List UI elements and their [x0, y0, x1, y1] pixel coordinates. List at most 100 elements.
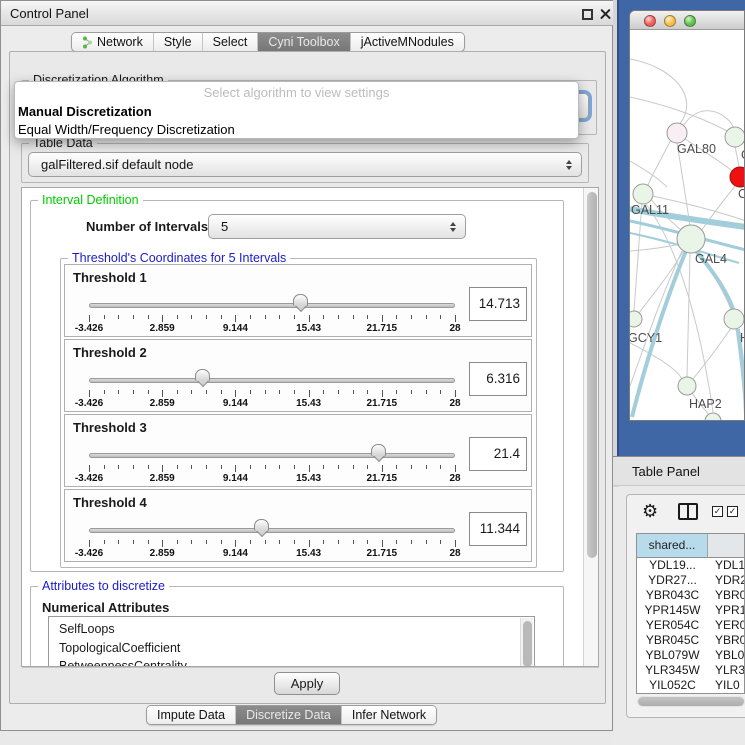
- tick-label: -3.426: [75, 473, 103, 484]
- threshold-value-field[interactable]: 11.344: [469, 512, 527, 546]
- slider-track[interactable]: [89, 303, 455, 308]
- table-row[interactable]: YBL079WYBL0: [637, 648, 744, 663]
- tick-mark: [104, 465, 105, 469]
- tab-cyni-toolbox[interactable]: Cyni Toolbox: [258, 33, 350, 51]
- tick-label: 28: [449, 548, 460, 559]
- network-node-gal11[interactable]: [633, 184, 653, 204]
- tab-impute-data[interactable]: Impute Data: [147, 706, 236, 724]
- network-edge[interactable]: [630, 244, 680, 251]
- checkbox-icon[interactable]: ✓: [712, 506, 723, 517]
- float-window-icon[interactable]: [582, 9, 593, 20]
- network-node-gal80[interactable]: [667, 123, 687, 143]
- gear-icon[interactable]: ⚙: [642, 500, 658, 522]
- network-node[interactable]: [705, 413, 721, 421]
- number-of-intervals-combobox[interactable]: 5: [208, 214, 466, 239]
- dropdown-prompt: Select algorithm to view settings: [15, 85, 578, 100]
- table-data-combobox[interactable]: galFiltered.sif default node: [28, 152, 582, 177]
- tick-mark: [191, 465, 192, 469]
- algorithm-option-manual-discretization[interactable]: Manual Discretization: [15, 103, 578, 121]
- table-row[interactable]: YLR345WYLR3: [637, 663, 744, 678]
- tick-label: 2.859: [150, 548, 175, 559]
- columns-icon[interactable]: [678, 503, 698, 520]
- tick-mark: [89, 315, 90, 322]
- table-cell: YBR045C: [637, 633, 708, 648]
- tab-discretize-data[interactable]: Discretize Data: [236, 706, 342, 724]
- tick-mark: [118, 540, 119, 544]
- node-label: HAP2: [689, 397, 722, 411]
- network-edge[interactable]: [639, 250, 684, 313]
- network-edge[interactable]: [630, 343, 682, 379]
- network-edge[interactable]: [630, 59, 687, 125]
- tab-infer-network[interactable]: Infer Network: [342, 706, 436, 724]
- tab-style[interactable]: Style: [154, 33, 203, 51]
- tick-label: -3.426: [75, 323, 103, 334]
- network-node-g[interactable]: [725, 127, 745, 147]
- scrollbar-thumb[interactable]: [523, 621, 532, 667]
- close-traffic-light[interactable]: [644, 15, 656, 27]
- network-node-hap2[interactable]: [678, 377, 696, 395]
- network-edge[interactable]: [683, 111, 734, 128]
- tick-mark: [235, 465, 236, 472]
- tick-mark: [353, 390, 354, 394]
- tick-mark: [221, 390, 222, 394]
- attributes-scrollbar[interactable]: [520, 618, 533, 667]
- table-row[interactable]: YBR045CYBR0: [637, 633, 744, 648]
- table-row[interactable]: YBR043CYBR0: [637, 588, 744, 603]
- slider-thumb[interactable]: [293, 294, 308, 314]
- tick-mark: [294, 315, 295, 319]
- attribute-item-topologicalcoefficient[interactable]: TopologicalCoefficient: [49, 639, 534, 658]
- network-edge[interactable]: [735, 147, 739, 167]
- tab-network[interactable]: Network: [72, 33, 154, 51]
- algorithm-option-equal-width-frequency-discretization[interactable]: Equal Width/Frequency Discretization: [15, 121, 578, 139]
- tick-label: 9.144: [223, 398, 248, 409]
- network-node-gcy1[interactable]: [630, 311, 642, 327]
- attribute-item-betweennesscentrality[interactable]: BetweennessCentrality: [49, 657, 534, 667]
- settings-vertical-scrollbar[interactable]: [583, 188, 599, 667]
- slider-track[interactable]: [89, 378, 455, 383]
- network-edge[interactable]: [648, 140, 671, 185]
- table-row[interactable]: YIL052CYIL0: [637, 678, 744, 693]
- threshold-value-field[interactable]: 21.4: [469, 437, 527, 471]
- slider-thumb[interactable]: [254, 519, 269, 539]
- network-node-gal4[interactable]: [677, 225, 705, 253]
- network-node-h[interactable]: [724, 309, 744, 329]
- attribute-item-selfloops[interactable]: SelfLoops: [49, 620, 534, 639]
- slider-track[interactable]: [89, 528, 455, 533]
- network-edge[interactable]: [687, 253, 690, 377]
- scrollbar-thumb[interactable]: [587, 192, 597, 558]
- tick-label: 2.859: [150, 323, 175, 334]
- settings-scroll-area: Interval Definition Number of Intervals …: [21, 187, 599, 667]
- slider-thumb[interactable]: [195, 369, 210, 389]
- slider-thumb[interactable]: [371, 444, 386, 464]
- table-row[interactable]: YDR27...YDR2: [637, 573, 744, 588]
- zoom-traffic-light[interactable]: [684, 15, 696, 27]
- table-horizontal-scrollbar[interactable]: [637, 696, 745, 707]
- tick-label: 9.144: [223, 323, 248, 334]
- tab-select[interactable]: Select: [203, 33, 259, 51]
- tick-mark: [396, 465, 397, 469]
- attributes-group-title: Attributes to discretize: [38, 579, 169, 593]
- minimize-traffic-light[interactable]: [664, 15, 676, 27]
- table-cell: YPR1: [708, 603, 745, 618]
- scrollbar-thumb[interactable]: [638, 697, 744, 706]
- column-header-shared[interactable]: shared...: [637, 534, 708, 558]
- apply-button[interactable]: Apply: [274, 672, 340, 695]
- column-header-n[interactable]: n: [708, 534, 745, 558]
- table-row[interactable]: YPR145WYPR1: [637, 603, 744, 618]
- checkbox-icon[interactable]: ✓: [727, 506, 738, 517]
- table-row[interactable]: YDL19...YDL1: [637, 558, 744, 573]
- tick-mark: [396, 315, 397, 319]
- network-canvas[interactable]: GAL80GCGAL11GAL4GCY1HHAP2: [630, 30, 745, 421]
- network-window-titlebar[interactable]: [630, 11, 744, 30]
- tick-mark: [338, 390, 339, 394]
- network-edge[interactable]: [634, 203, 642, 311]
- control-panel-window: Control Panel NetworkStyleSelectCyni Too…: [0, 0, 613, 731]
- slider-track[interactable]: [89, 453, 455, 458]
- network-node-c[interactable]: [730, 167, 745, 187]
- table-row[interactable]: YER054CYER0: [637, 618, 744, 633]
- tick-mark: [396, 540, 397, 544]
- threshold-value-field[interactable]: 6.316: [469, 362, 527, 396]
- close-icon[interactable]: [599, 8, 612, 21]
- tab-jactivemnodules[interactable]: jActiveMNodules: [351, 33, 464, 51]
- threshold-value-field[interactable]: 14.713: [469, 287, 527, 321]
